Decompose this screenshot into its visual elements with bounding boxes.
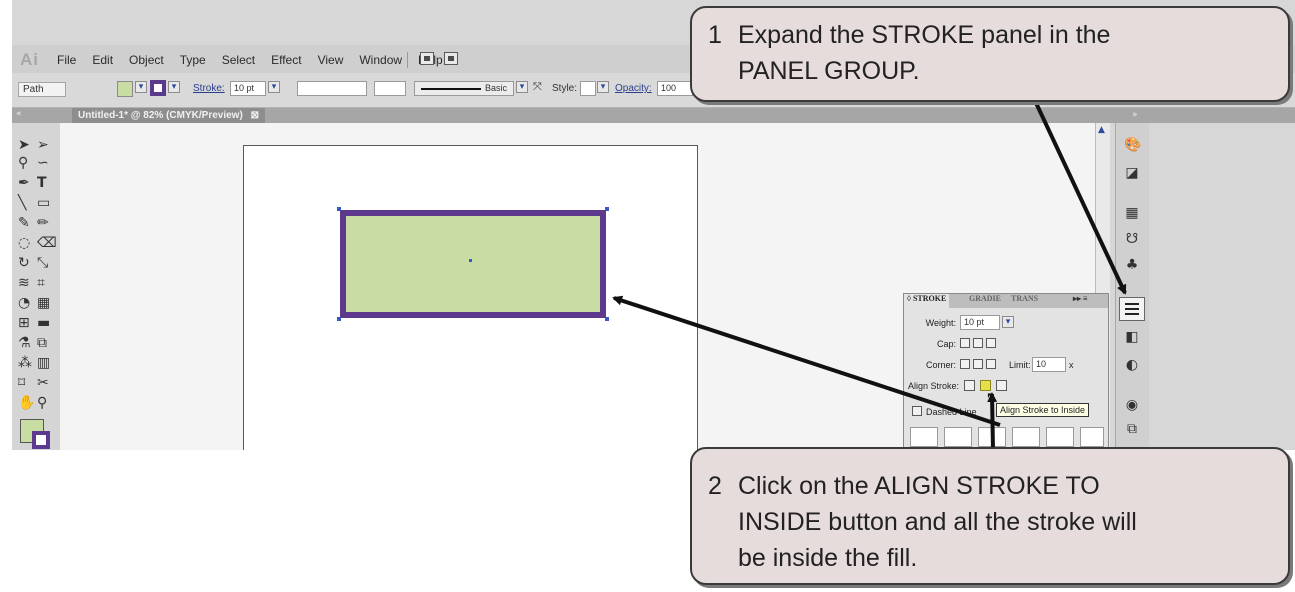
callout-line: PANEL GROUP. <box>738 57 920 85</box>
callout-line: Click on the ALIGN STROKE TO <box>738 472 1100 500</box>
callout-number: 1 <box>708 21 722 49</box>
arrow-to-rectangle <box>612 295 1001 427</box>
callout-step-2: 2 Click on the ALIGN STROKE TO INSIDE bu… <box>690 447 1290 585</box>
callout-step-1: 1 Expand the STROKE panel in the PANEL G… <box>690 6 1290 102</box>
callout-line: INSIDE button and all the stroke will <box>738 508 1137 536</box>
callout-number: 2 <box>708 472 722 500</box>
callout-line: Expand the STROKE panel in the <box>738 21 1111 49</box>
callout-line: be inside the fill. <box>738 544 918 572</box>
arrow-to-inside-button <box>987 392 998 451</box>
arrow-to-stroke-panel-icon <box>1028 89 1127 295</box>
